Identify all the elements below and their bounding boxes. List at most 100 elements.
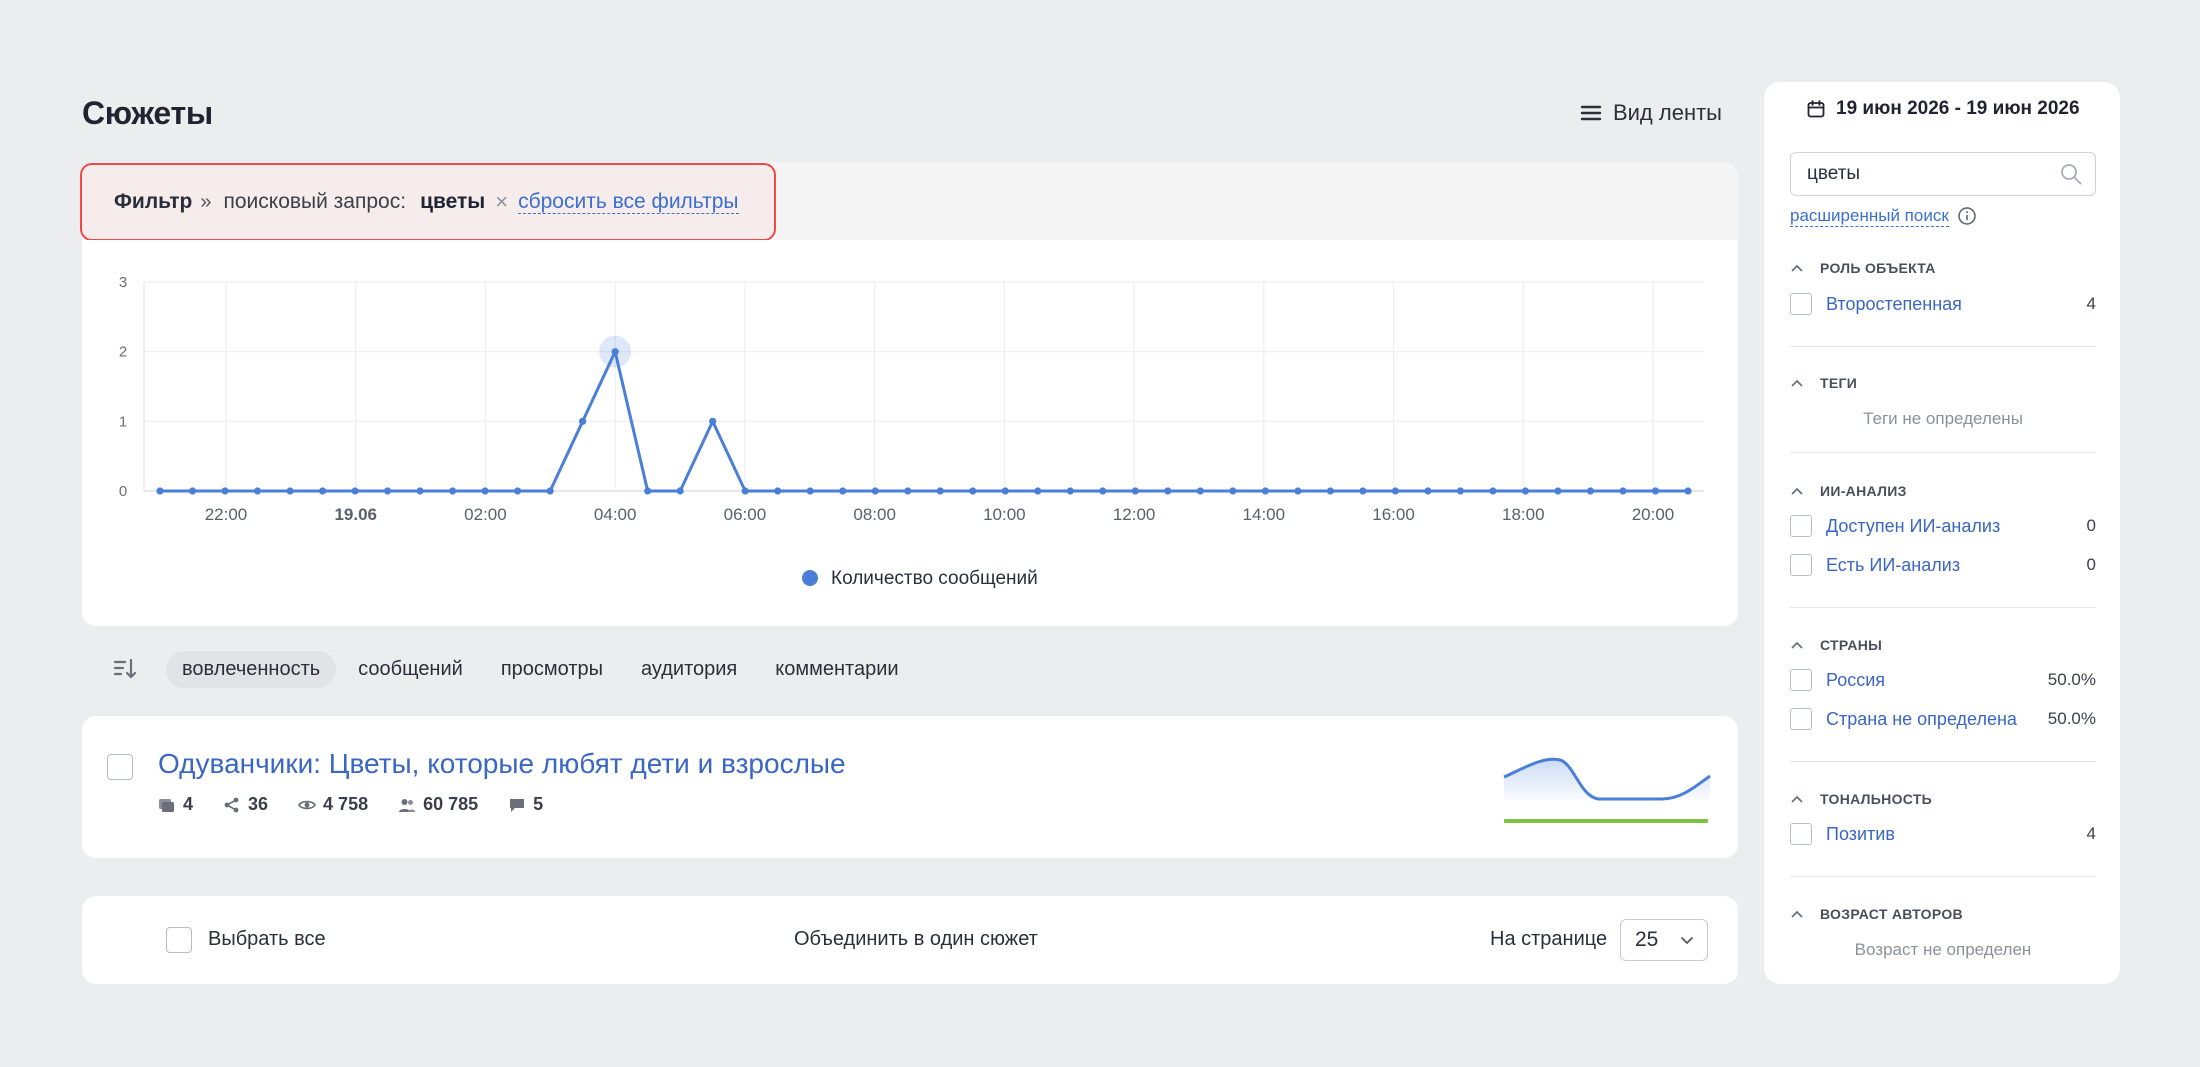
x-tick-label: 22:00 bbox=[205, 505, 248, 524]
feed-view-label: Вид ленты bbox=[1612, 100, 1722, 125]
per-page-select[interactable]: 25 bbox=[1620, 919, 1708, 961]
advanced-search-link[interactable]: расширенный поиск bbox=[1790, 206, 1949, 227]
option-checkbox[interactable] bbox=[1790, 515, 1812, 537]
per-page-value: 25 bbox=[1635, 928, 1659, 951]
sort-option-messages[interactable]: сообщений bbox=[342, 651, 479, 688]
chevron-up-icon bbox=[1791, 264, 1803, 272]
filter-option-ai-available[interactable]: Доступен ИИ-анализ 0 bbox=[1790, 515, 2096, 537]
tags-empty-note: Теги не определены bbox=[1863, 409, 2023, 428]
sort-option-views[interactable]: просмотры bbox=[485, 651, 619, 688]
info-icon[interactable] bbox=[1957, 206, 1977, 226]
filter-option-country-undefined[interactable]: Страна не определена 50.0% bbox=[1790, 708, 2096, 730]
data-point bbox=[1196, 487, 1204, 495]
active-filter: Фильтр » поисковый запрос: цветы × сброс… bbox=[80, 163, 776, 241]
search-box bbox=[1790, 152, 2096, 196]
data-point bbox=[969, 487, 977, 495]
data-point bbox=[1521, 487, 1530, 495]
age-empty-note: Возраст не определен bbox=[1854, 940, 2032, 959]
data-point bbox=[188, 487, 197, 495]
data-point bbox=[904, 487, 912, 495]
sort-option-audience[interactable]: аудитория bbox=[625, 651, 753, 688]
stat-comments: 5 bbox=[508, 794, 543, 815]
sort-option-comments[interactable]: комментарии bbox=[759, 651, 914, 688]
data-point bbox=[1424, 487, 1432, 495]
divider bbox=[1790, 761, 2096, 762]
date-range-text: 19 июн 2026 - 19 июн 2026 bbox=[1836, 98, 2080, 119]
data-point bbox=[741, 487, 749, 495]
divider bbox=[1790, 607, 2096, 608]
option-checkbox[interactable] bbox=[1790, 554, 1812, 576]
data-point bbox=[448, 487, 457, 495]
filter-option-secondary[interactable]: Второстепенная 4 bbox=[1790, 293, 2096, 315]
x-tick-label: 18:00 bbox=[1502, 505, 1545, 524]
data-point bbox=[416, 487, 424, 495]
y-tick-label: 3 bbox=[119, 274, 127, 291]
select-all-label[interactable]: Выбрать все bbox=[208, 928, 326, 951]
section-ai-header[interactable]: ИИ-АНАЛИЗ bbox=[1790, 483, 1907, 499]
option-checkbox[interactable] bbox=[1790, 823, 1812, 845]
data-point bbox=[1489, 487, 1497, 495]
section-countries-header[interactable]: СТРАНЫ bbox=[1790, 637, 1882, 653]
sentiment-bar bbox=[1504, 819, 1708, 823]
sort-bar: вовлеченность сообщений просмотры аудито… bbox=[112, 650, 921, 688]
x-tick-label: 16:00 bbox=[1372, 505, 1415, 524]
reset-filters-link[interactable]: сбросить все фильтры bbox=[518, 190, 739, 215]
section-age-header[interactable]: ВОЗРАСТ АВТОРОВ bbox=[1790, 906, 1963, 922]
sort-icon[interactable] bbox=[112, 656, 138, 682]
story-sparkline bbox=[1503, 757, 1711, 823]
filter-option-ai-exists[interactable]: Есть ИИ-анализ 0 bbox=[1790, 554, 2096, 576]
filter-option-russia[interactable]: Россия 50.0% bbox=[1790, 669, 2096, 691]
data-point bbox=[286, 487, 294, 495]
data-point bbox=[1619, 487, 1627, 495]
merge-stories-button[interactable]: Объединить в один сюжет bbox=[794, 928, 1038, 951]
data-point bbox=[1131, 487, 1139, 495]
date-range-picker[interactable]: 19 июн 2026 - 19 июн 2026 bbox=[1806, 98, 2080, 120]
per-page-label: На странице bbox=[1490, 928, 1608, 950]
search-icon[interactable] bbox=[2059, 162, 2083, 186]
data-point bbox=[1066, 487, 1074, 495]
messages-chart: 0 1 2 3 22:00 19.06 02:00 04:00 06:00 08:00 10:00 1… bbox=[119, 274, 1704, 589]
y-tick-label: 1 bbox=[119, 413, 127, 430]
story-checkbox[interactable] bbox=[107, 754, 133, 780]
option-checkbox[interactable] bbox=[1790, 708, 1812, 730]
chevron-down-icon bbox=[1681, 937, 1693, 945]
story-card bbox=[82, 716, 1738, 858]
x-tick-label: 08:00 bbox=[853, 505, 896, 524]
data-point bbox=[481, 487, 489, 495]
data-point bbox=[1294, 487, 1302, 495]
data-point bbox=[1099, 487, 1107, 495]
audience-icon bbox=[399, 798, 416, 812]
section-role-header[interactable]: РОЛЬ ОБЪЕКТА bbox=[1790, 260, 1936, 276]
remove-filter-icon[interactable]: × bbox=[495, 189, 508, 215]
feed-view-button[interactable]: Вид ленты bbox=[1579, 100, 1722, 126]
section-tone-header[interactable]: ТОНАЛЬНОСТЬ bbox=[1790, 791, 1932, 807]
legend-marker bbox=[802, 570, 818, 586]
stat-views: 4 758 bbox=[298, 794, 368, 815]
data-point bbox=[221, 487, 229, 495]
data-point bbox=[351, 487, 359, 495]
data-point bbox=[936, 487, 944, 495]
page-title: Сюжеты bbox=[82, 95, 213, 131]
data-point bbox=[871, 487, 879, 495]
x-tick-label: 14:00 bbox=[1243, 505, 1286, 524]
data-point bbox=[156, 487, 164, 495]
x-tick-label: 06:00 bbox=[724, 505, 767, 524]
story-title[interactable]: Одуванчики: Цветы, которые любят дети и … bbox=[158, 748, 846, 780]
data-point bbox=[1034, 487, 1042, 495]
sort-option-engagement[interactable]: вовлеченность bbox=[166, 650, 337, 688]
search-input[interactable] bbox=[1807, 163, 2047, 185]
data-point bbox=[1359, 487, 1367, 495]
comment-icon bbox=[510, 798, 525, 812]
filter-key: поисковый запрос: bbox=[223, 190, 407, 213]
chevron-up-icon bbox=[1791, 795, 1803, 803]
filter-option-positive[interactable]: Позитив 4 bbox=[1790, 823, 2096, 845]
y-tick-label: 0 bbox=[119, 483, 127, 500]
divider bbox=[1790, 876, 2096, 877]
select-all-checkbox[interactable] bbox=[166, 927, 192, 953]
data-point bbox=[514, 487, 522, 495]
option-checkbox[interactable] bbox=[1790, 293, 1812, 315]
data-point bbox=[318, 487, 327, 495]
section-tags-header[interactable]: ТЕГИ bbox=[1790, 375, 1857, 391]
data-point bbox=[1261, 487, 1269, 495]
option-checkbox[interactable] bbox=[1790, 669, 1812, 691]
